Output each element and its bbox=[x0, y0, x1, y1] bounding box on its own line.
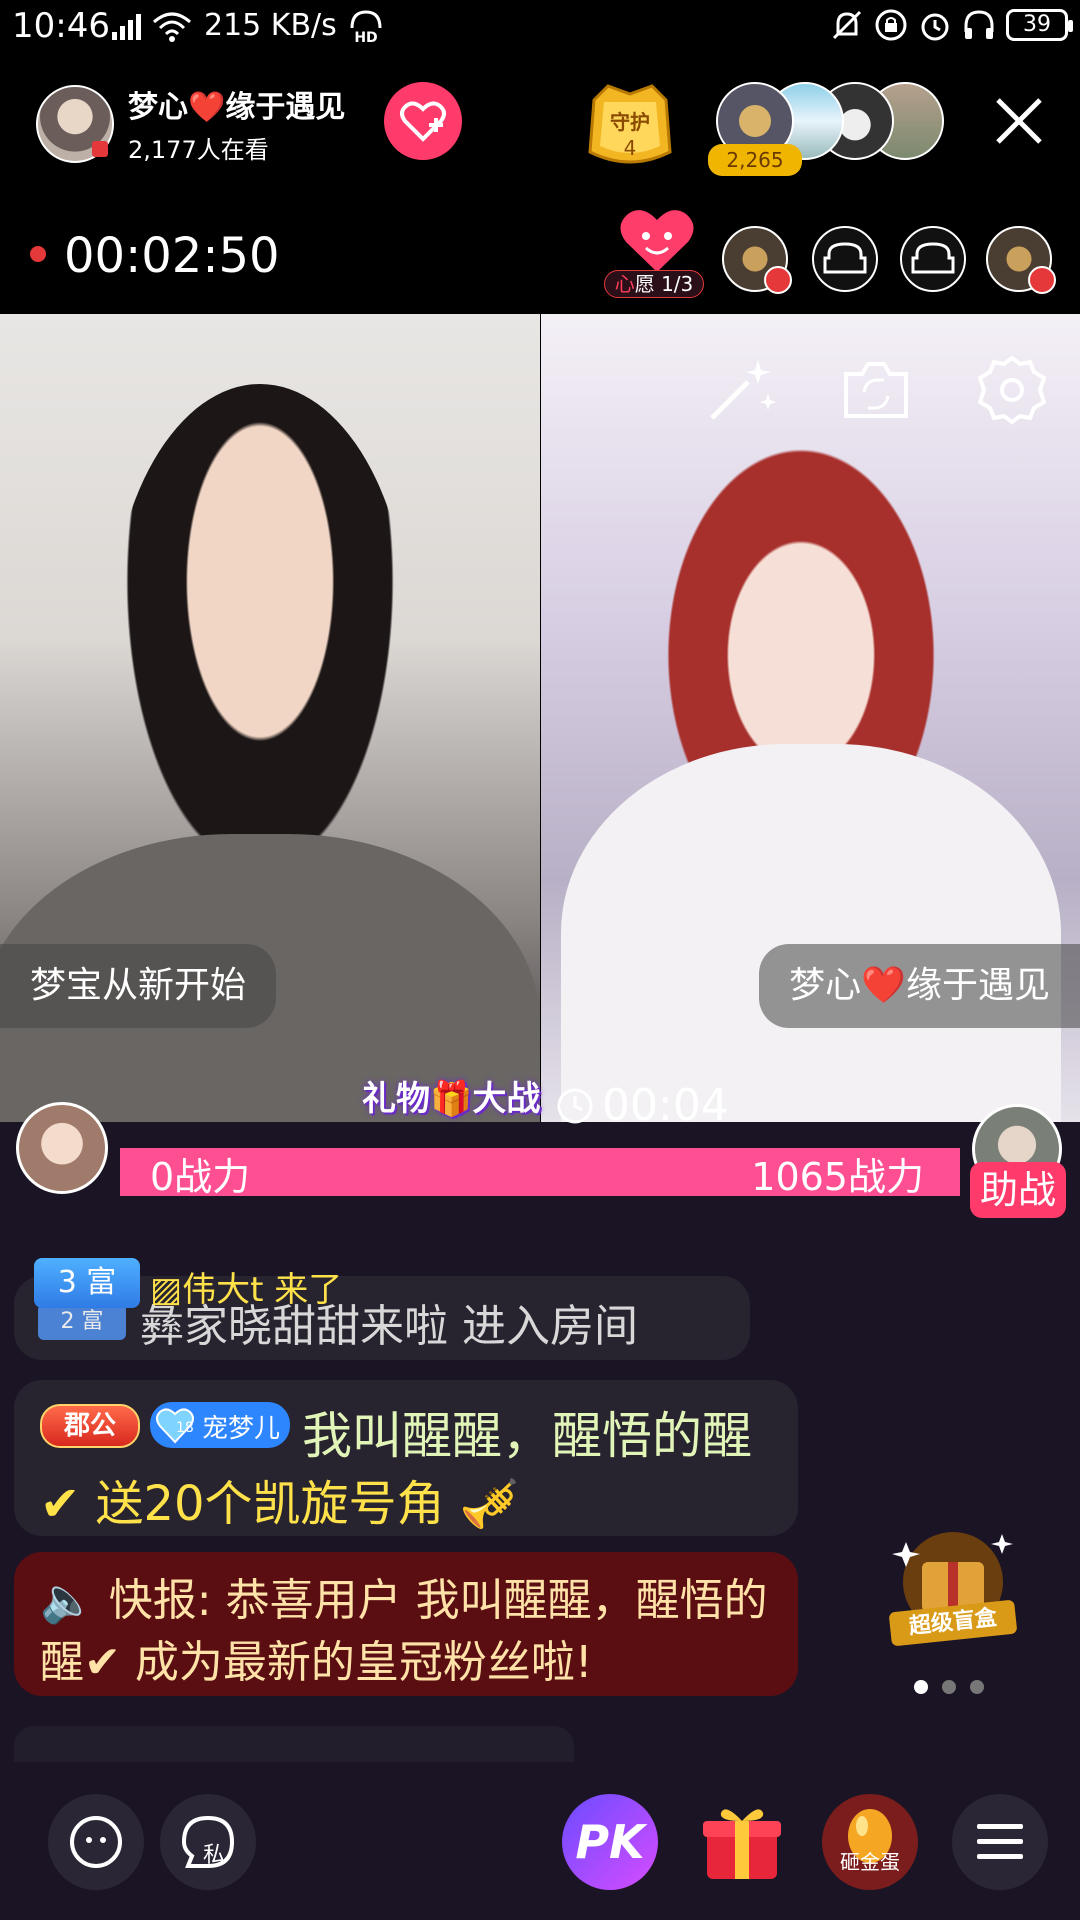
shirt-shape bbox=[561, 744, 1061, 1122]
battery-indicator: 39 bbox=[1006, 9, 1073, 41]
live-duration: 00:02:50 bbox=[64, 228, 280, 284]
guard-count: 4 bbox=[623, 136, 637, 160]
private-message-icon: 私 bbox=[181, 1816, 235, 1868]
status-bar: 10:46 215 KB/s HD 39 bbox=[0, 0, 1080, 56]
pk-label: PK bbox=[575, 1815, 645, 1869]
fan-club-name: 宠梦儿 bbox=[202, 1414, 281, 1444]
close-icon[interactable] bbox=[994, 96, 1044, 146]
sofa-badge-icon bbox=[1028, 266, 1056, 294]
gift-button[interactable] bbox=[694, 1794, 790, 1890]
hd-voice-icon: HD bbox=[350, 10, 382, 44]
pk-countdown: 00:04 bbox=[556, 1080, 729, 1131]
wifi-icon bbox=[153, 12, 191, 42]
pk-left-avatar[interactable] bbox=[16, 1102, 108, 1194]
chat-bubble-icon bbox=[70, 1816, 122, 1868]
sofa-icon bbox=[823, 242, 867, 274]
wish-list-button[interactable]: 心愿 1/3 bbox=[604, 206, 704, 300]
gift-total-badge: 2,265 bbox=[708, 144, 802, 176]
seat-occupied[interactable] bbox=[722, 226, 792, 294]
left-power: 0战力 bbox=[150, 1155, 251, 1199]
mute-bell-icon bbox=[832, 10, 862, 40]
viewer-count: 2,177人在看 bbox=[128, 136, 269, 164]
video-tools bbox=[702, 352, 1050, 428]
gift-sender-name[interactable]: 我叫醒醒，醒悟的醒 bbox=[302, 1396, 752, 1468]
switch-camera-icon[interactable] bbox=[838, 352, 914, 428]
carousel-dot bbox=[970, 1680, 984, 1694]
sofa-icon bbox=[911, 242, 955, 274]
right-power: 1065战力 bbox=[751, 1155, 924, 1199]
right-host-name: 梦心❤️缘于遇见 bbox=[759, 944, 1080, 1028]
live-flag-icon bbox=[92, 140, 108, 157]
carousel-dot bbox=[942, 1680, 956, 1694]
svg-text:私: 私 bbox=[203, 1843, 225, 1868]
guard-label: 守护 bbox=[610, 110, 650, 134]
seat-occupied[interactable] bbox=[986, 226, 1056, 294]
rich-level-badge: 3 富 bbox=[34, 1258, 140, 1308]
rich-level-badge: 2 富 bbox=[38, 1304, 126, 1340]
golden-egg-label: 砸金蛋 bbox=[840, 1850, 900, 1874]
carousel-dots bbox=[914, 1680, 984, 1694]
host-info-block[interactable]: 梦心❤️缘于遇见 2,177人在看 bbox=[36, 82, 345, 165]
gift-battle-title: 礼物🎁大战 bbox=[362, 1079, 541, 1119]
headphones-icon bbox=[964, 10, 994, 39]
follow-button[interactable] bbox=[384, 82, 462, 160]
wish-progress: 心愿 1/3 bbox=[604, 270, 704, 298]
assist-button[interactable]: 助战 bbox=[970, 1162, 1066, 1218]
seat-empty[interactable] bbox=[900, 226, 966, 292]
person-figure bbox=[110, 384, 410, 904]
news-flash-text: 🔈 快报: 恭喜用户 我叫醒醒，醒悟的醒✔ 成为最新的皇冠粉丝啦! bbox=[40, 1575, 768, 1688]
seat-empty[interactable] bbox=[812, 226, 878, 292]
status-time: 10:46 bbox=[12, 6, 110, 46]
host-name: 梦心❤️缘于遇见 bbox=[128, 90, 346, 125]
sofa-badge-icon bbox=[764, 266, 792, 294]
carousel-dot-active bbox=[914, 1680, 928, 1694]
pk-countdown-value: 00:04 bbox=[602, 1080, 729, 1131]
menu-button[interactable] bbox=[952, 1794, 1048, 1890]
top-viewers[interactable]: 2,265 bbox=[708, 82, 946, 176]
golden-egg-button[interactable] bbox=[822, 1794, 918, 1890]
network-speed: 215 KB/s bbox=[204, 8, 337, 43]
alarm-icon bbox=[921, 13, 949, 41]
clock-icon bbox=[557, 1088, 593, 1123]
private-message-button[interactable]: 私 bbox=[160, 1794, 256, 1890]
svg-text:HD: HD bbox=[354, 30, 377, 44]
left-host-name: 梦宝从新开始 bbox=[0, 944, 277, 1028]
smiling-heart-icon bbox=[620, 210, 694, 272]
guard-badge[interactable]: 守护 4 bbox=[584, 82, 676, 168]
menu-icon bbox=[977, 1824, 1023, 1859]
arrival-banner: ▨伟大t 来了 bbox=[150, 1270, 343, 1310]
gift-box-icon bbox=[703, 1809, 781, 1879]
fan-level: 18 bbox=[176, 1420, 194, 1436]
signal-icon bbox=[112, 14, 141, 40]
pk-button[interactable]: PK bbox=[562, 1794, 658, 1890]
host-avatar[interactable] bbox=[36, 84, 114, 163]
lock-rotation-icon bbox=[875, 9, 907, 41]
settings-gear-icon[interactable] bbox=[974, 352, 1050, 428]
gift-description: ✔ 送20个凯旋号角 🎺 bbox=[40, 1476, 520, 1532]
magic-wand-icon[interactable] bbox=[702, 352, 778, 428]
noble-title-badge: 郡公 bbox=[40, 1404, 140, 1448]
heart-plus-icon bbox=[400, 101, 446, 142]
recording-dot bbox=[30, 246, 46, 262]
chat-message-faded bbox=[14, 1726, 574, 1766]
status-icons: 39 bbox=[830, 8, 1073, 42]
chat-button[interactable] bbox=[48, 1794, 144, 1890]
